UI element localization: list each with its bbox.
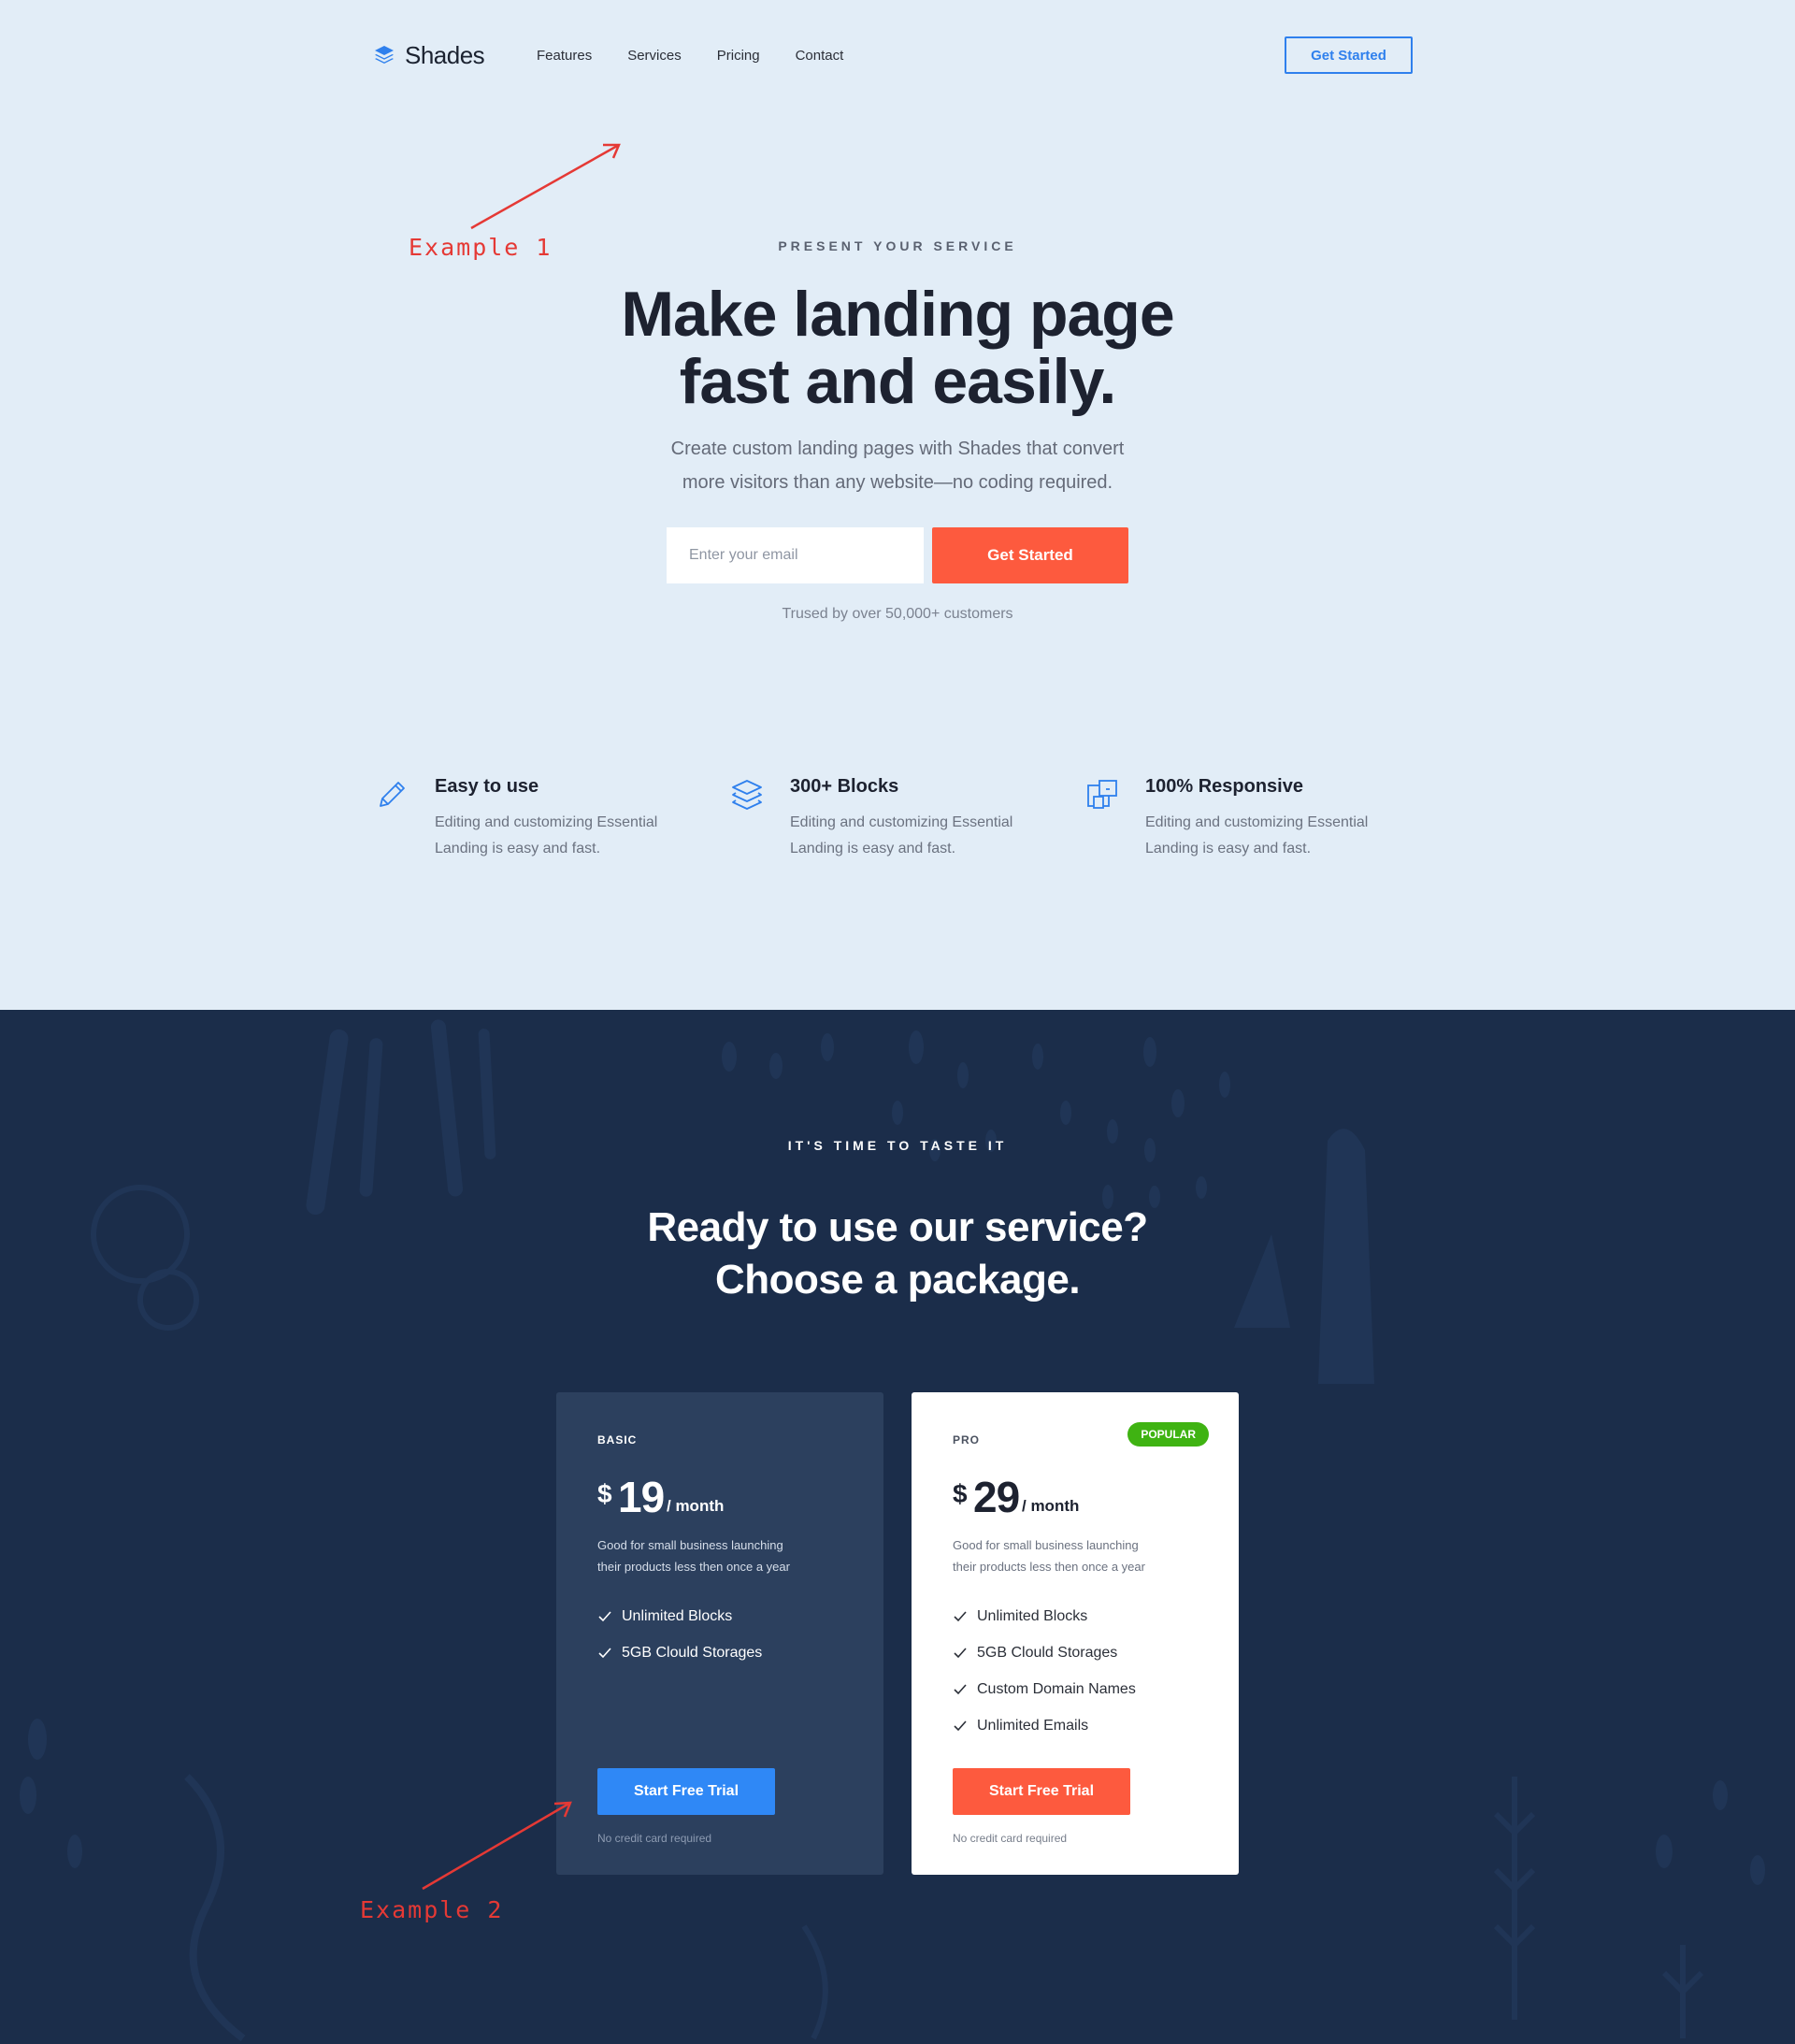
hero-title-line-2: fast and easily. [679,346,1117,417]
annotation-arrow-2 [422,1801,572,1891]
annotation-label-2: Example 2 [360,1896,504,1923]
features-row: Easy to use Editing and customizing Esse… [373,772,1413,866]
layers-icon [732,780,762,810]
feature-description: Editing and customizing Essential Landin… [435,810,696,862]
feature-title: 300+ Blocks [790,776,899,797]
feature-desc-line: Editing and customizing Essential [435,814,658,830]
feature-title: 100% Responsive [1145,776,1303,797]
devices-icon [1087,780,1117,809]
hero-eyebrow: PRESENT YOUR SERVICE [778,238,1017,253]
hero-subtitle-line-2: more visitors than any website—no coding… [682,472,1113,493]
hero-title: Make landing page fast and easily. [524,281,1271,415]
hero-section: Shades Features Services Pricing Contact… [0,0,1795,1010]
hero-subtitle: Create custom landing pages with Shades … [645,432,1150,499]
feature-title: Easy to use [435,776,539,797]
feature-desc-line: Landing is easy and fast. [790,841,956,856]
email-input[interactable] [667,527,924,583]
feature-desc-line: Editing and customizing Essential [1145,814,1369,830]
feature-desc-line: Landing is easy and fast. [435,841,601,856]
feature-desc-line: Landing is easy and fast. [1145,841,1312,856]
hero-get-started-button[interactable]: Get Started [932,527,1128,583]
trusted-by-text: Trused by over 50,000+ customers [782,606,1013,622]
feature-description: Editing and customizing Essential Landin… [1145,810,1407,862]
feature-description: Editing and customizing Essential Landin… [790,810,1052,862]
hero-signup-form: Get Started [667,527,1128,583]
pricing-section: IT'S TIME TO TASTE IT Ready to use our s… [0,1010,1795,2044]
pencil-icon [380,782,405,807]
hero-subtitle-line-1: Create custom landing pages with Shades … [670,439,1125,459]
hero-title-line-1: Make landing page [621,279,1174,350]
feature-desc-line: Editing and customizing Essential [790,814,1013,830]
